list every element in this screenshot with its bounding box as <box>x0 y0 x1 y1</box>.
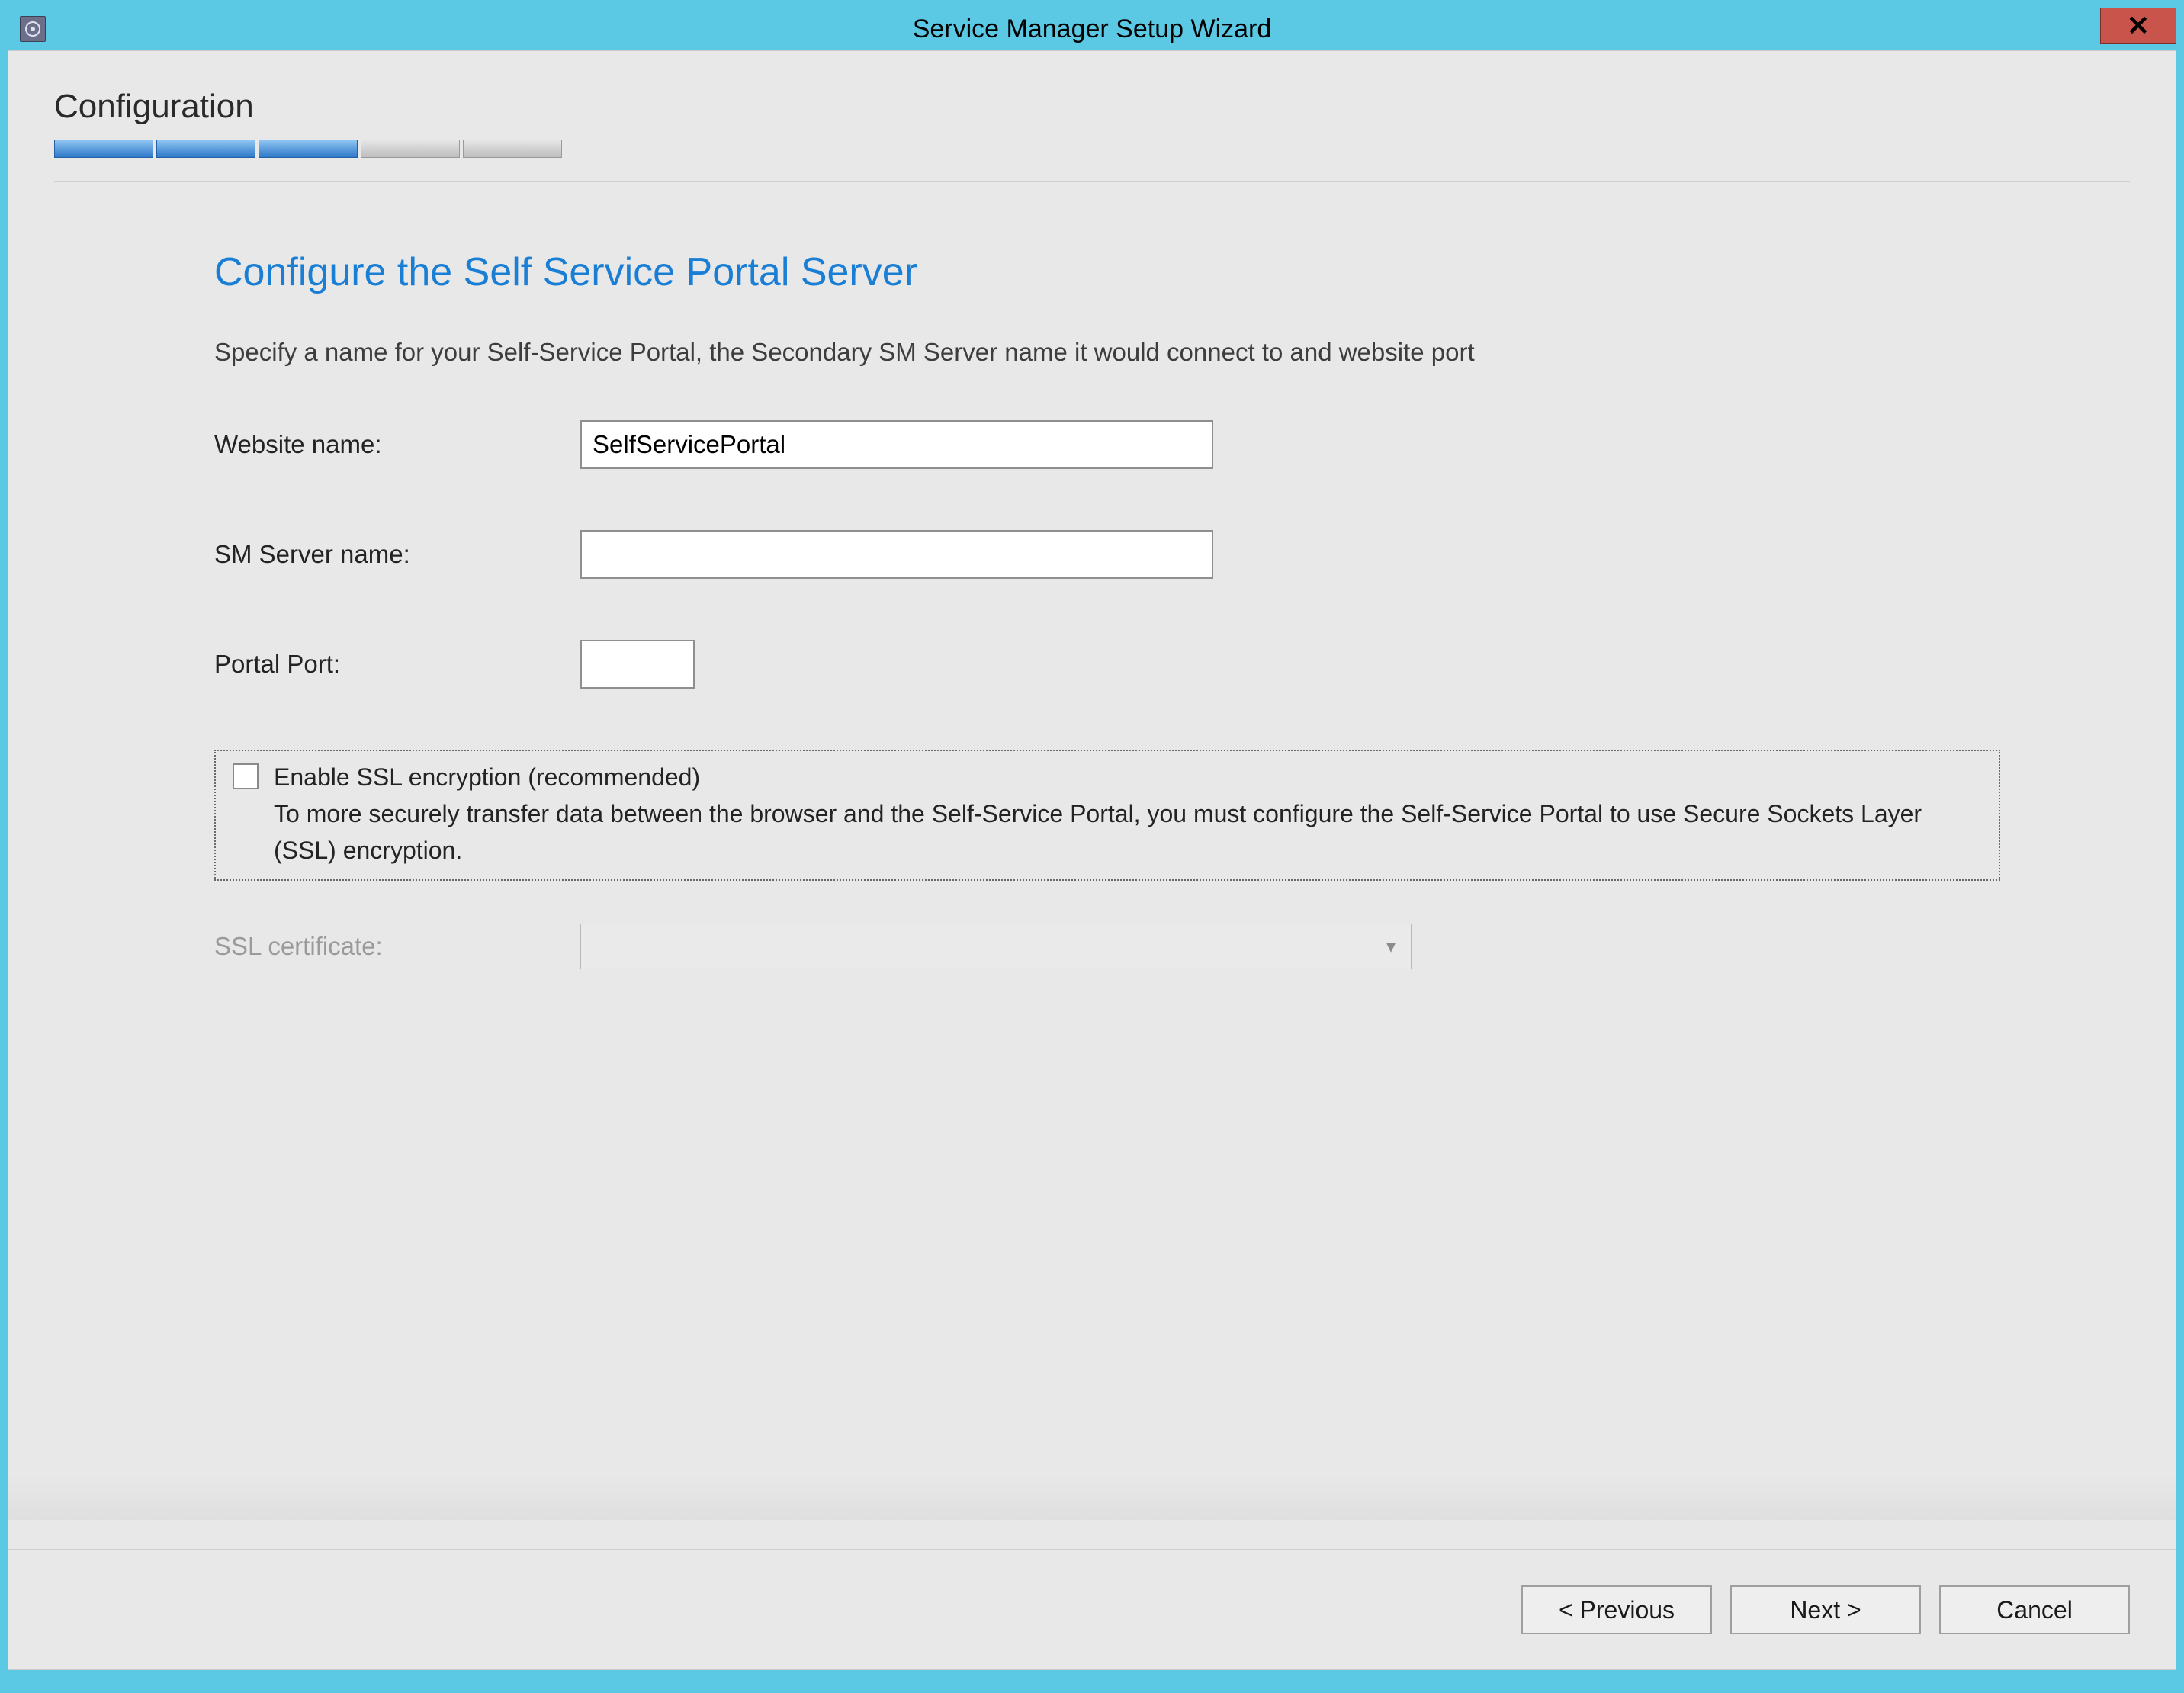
ssl-certificate-row: SSL certificate: ▾ <box>214 924 2000 969</box>
wizard-panel: Configuration Configure the Self Service… <box>8 50 2176 1670</box>
section-title: Configuration <box>54 88 2130 126</box>
ssl-body: To more securely transfer data between t… <box>274 800 1922 864</box>
portal-port-input[interactable] <box>580 640 695 689</box>
previous-button[interactable]: < Previous <box>1521 1585 1712 1634</box>
title-bar: Service Manager Setup Wizard ✕ <box>8 8 2176 50</box>
page-title: Configure the Self Service Portal Server <box>214 249 2000 295</box>
website-name-input[interactable] <box>580 420 1213 469</box>
cancel-button[interactable]: Cancel <box>1939 1585 2130 1634</box>
sm-server-name-label: SM Server name: <box>214 540 580 569</box>
ssl-checkbox[interactable] <box>233 763 259 789</box>
close-button[interactable]: ✕ <box>2100 8 2176 44</box>
ssl-encryption-group: Enable SSL encryption (recommended) To m… <box>214 750 2000 881</box>
window-title: Service Manager Setup Wizard <box>8 14 2176 44</box>
chevron-down-icon: ▾ <box>1386 936 1396 958</box>
ssl-title: Enable SSL encryption (recommended) <box>274 763 700 791</box>
wizard-content: Configure the Self Service Portal Server… <box>8 204 2176 1549</box>
progress-segment <box>54 140 153 158</box>
website-name-label: Website name: <box>214 430 580 459</box>
close-icon: ✕ <box>2127 10 2150 42</box>
progress-segment <box>259 140 358 158</box>
ssl-text: Enable SSL encryption (recommended) To m… <box>274 759 1982 869</box>
progress-segment <box>361 140 460 158</box>
app-icon <box>20 16 46 42</box>
progress-bar <box>54 140 2130 158</box>
sm-server-name-input[interactable] <box>580 530 1213 579</box>
wizard-header: Configuration <box>8 51 2176 204</box>
page-description: Specify a name for your Self-Service Por… <box>214 338 2000 367</box>
header-divider <box>54 181 2130 182</box>
progress-segment <box>156 140 255 158</box>
ssl-certificate-select: ▾ <box>580 924 1412 969</box>
progress-segment <box>463 140 562 158</box>
portal-port-label: Portal Port: <box>214 650 580 679</box>
next-button[interactable]: Next > <box>1730 1585 1921 1634</box>
wizard-window: Service Manager Setup Wizard ✕ Configura… <box>0 0 2184 1678</box>
portal-port-row: Portal Port: <box>214 640 2000 689</box>
sm-server-name-row: SM Server name: <box>214 530 2000 579</box>
wizard-footer: < Previous Next > Cancel <box>8 1549 2176 1669</box>
website-name-row: Website name: <box>214 420 2000 469</box>
ssl-certificate-label: SSL certificate: <box>214 932 580 961</box>
